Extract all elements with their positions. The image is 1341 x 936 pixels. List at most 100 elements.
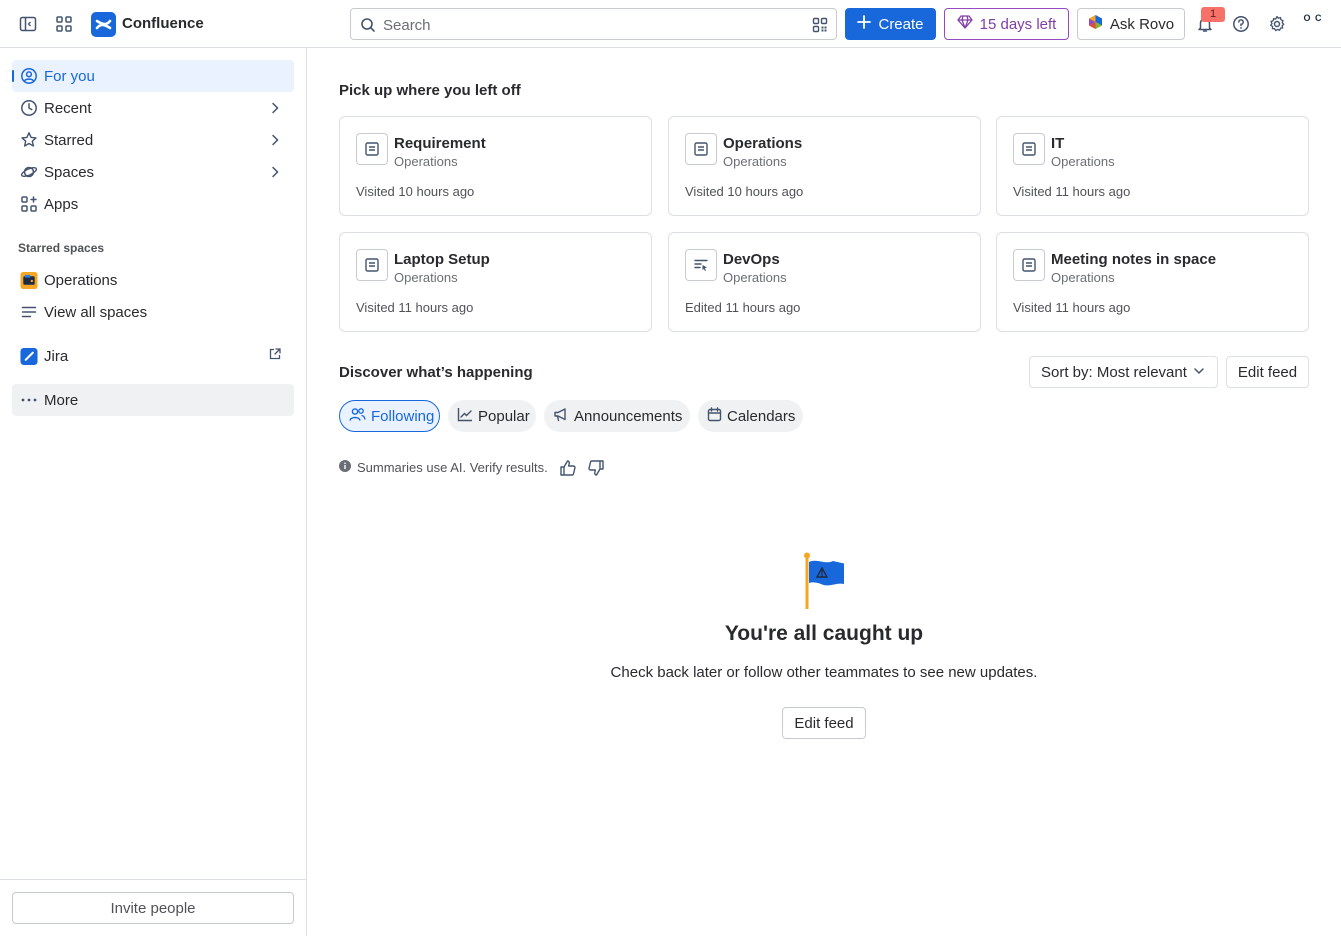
chevron-right-icon[interactable] bbox=[268, 165, 282, 183]
sidebar-item-label: View all spaces bbox=[44, 303, 148, 321]
page-icon bbox=[356, 249, 388, 281]
user-circle-icon bbox=[20, 67, 38, 85]
active-indicator bbox=[12, 70, 14, 82]
confluence-logo-icon[interactable] bbox=[91, 12, 116, 37]
trial-label: 15 days left bbox=[979, 15, 1057, 33]
card-space: Operations bbox=[1051, 270, 1115, 285]
clock-icon bbox=[20, 99, 38, 117]
card-meta: Edited 11 hours ago bbox=[685, 300, 801, 315]
app-switcher-icon[interactable] bbox=[52, 12, 76, 36]
trial-button[interactable]: 15 days left bbox=[944, 8, 1069, 40]
sidebar-toggle-icon[interactable] bbox=[16, 12, 40, 36]
card-meta: Visited 11 hours ago bbox=[1013, 184, 1131, 199]
tab-label: Announcements bbox=[574, 407, 683, 425]
recent-card[interactable]: Operations Operations Visited 10 hours a… bbox=[668, 116, 981, 216]
create-label: Create bbox=[878, 15, 924, 33]
recent-card[interactable]: DevOps Operations Edited 11 hours ago bbox=[668, 232, 981, 332]
sidebar-item-label: Starred bbox=[44, 131, 94, 149]
recent-card[interactable]: Laptop Setup Operations Visited 11 hours… bbox=[339, 232, 652, 332]
sidebar-item-starred[interactable]: Starred bbox=[12, 124, 294, 156]
card-meta: Visited 10 hours ago bbox=[685, 184, 804, 199]
tab-label: Calendars bbox=[727, 407, 796, 425]
app-name[interactable]: Confluence bbox=[122, 15, 204, 32]
sidebar-item-label: Recent bbox=[44, 99, 92, 117]
edit-feed-button[interactable]: Edit feed bbox=[1226, 356, 1309, 388]
empty-state-title: You're all caught up bbox=[724, 622, 924, 645]
sidebar-item-jira[interactable]: Jira bbox=[12, 340, 294, 372]
operations-space-icon bbox=[20, 271, 38, 289]
calendar-icon bbox=[707, 406, 722, 426]
jira-logo-icon bbox=[20, 347, 38, 365]
page-icon bbox=[356, 133, 388, 165]
tab-popular[interactable]: Popular bbox=[448, 400, 536, 432]
tab-calendars[interactable]: Calendars bbox=[698, 400, 803, 432]
chevron-right-icon[interactable] bbox=[268, 133, 282, 151]
people-icon bbox=[349, 407, 366, 426]
create-button[interactable]: Create bbox=[845, 8, 936, 40]
ask-rovo-button[interactable]: Ask Rovo bbox=[1077, 8, 1185, 40]
discover-heading: Discover what’s happening bbox=[339, 364, 533, 381]
sidebar-item-label: Operations bbox=[44, 271, 118, 289]
external-link-icon[interactable] bbox=[268, 347, 282, 365]
starred-spaces-heading: Starred spaces bbox=[18, 241, 105, 255]
card-title: Operations bbox=[723, 135, 803, 152]
more-dots-icon bbox=[20, 391, 38, 409]
qr-code-icon[interactable] bbox=[812, 17, 828, 36]
help-icon[interactable] bbox=[1229, 12, 1253, 36]
sidebar-item-for-you[interactable]: For you bbox=[12, 60, 294, 92]
sort-dropdown[interactable]: Sort by: Most relevant bbox=[1029, 356, 1218, 388]
diamond-icon bbox=[956, 15, 973, 33]
sidebar-footer: Invite people bbox=[0, 879, 306, 936]
apps-icon bbox=[20, 195, 38, 213]
chevron-right-icon[interactable] bbox=[268, 101, 282, 119]
rovo-icon bbox=[1088, 14, 1103, 34]
search-input[interactable] bbox=[383, 15, 803, 35]
card-meta: Visited 10 hours ago bbox=[356, 184, 475, 199]
recent-heading: Pick up where you left off bbox=[339, 82, 521, 99]
thumbs-down-icon[interactable] bbox=[587, 459, 605, 480]
page-icon bbox=[1013, 249, 1045, 281]
main-content: Pick up where you left off Requirement O… bbox=[307, 48, 1341, 936]
sidebar-item-apps[interactable]: Apps bbox=[12, 188, 294, 220]
user-avatar[interactable]: O C bbox=[1300, 12, 1326, 36]
chevron-down-icon bbox=[1193, 364, 1205, 381]
thumbs-up-icon[interactable] bbox=[559, 459, 577, 480]
card-title: IT bbox=[1051, 135, 1065, 152]
tab-label: Popular bbox=[478, 407, 530, 425]
invite-people-button[interactable]: Invite people bbox=[12, 892, 294, 924]
sidebar-item-label: For you bbox=[44, 67, 95, 85]
view-all-spaces[interactable]: View all spaces bbox=[12, 296, 294, 328]
tab-following[interactable]: Following bbox=[339, 400, 440, 432]
recent-card[interactable]: Requirement Operations Visited 10 hours … bbox=[339, 116, 652, 216]
plus-icon bbox=[857, 15, 872, 33]
card-space: Operations bbox=[394, 154, 458, 169]
edit-feed-empty-button[interactable]: Edit feed bbox=[782, 707, 866, 739]
live-doc-icon bbox=[685, 249, 717, 281]
megaphone-icon bbox=[553, 407, 569, 426]
flag-illustration-icon bbox=[801, 552, 845, 613]
star-icon bbox=[20, 131, 38, 149]
recent-card[interactable]: Meeting notes in space Operations Visite… bbox=[996, 232, 1309, 332]
planet-icon bbox=[20, 163, 38, 181]
search-bar[interactable] bbox=[350, 8, 837, 40]
sidebar-item-recent[interactable]: Recent bbox=[12, 92, 294, 124]
trend-icon bbox=[457, 407, 473, 426]
tab-label: Following bbox=[371, 407, 435, 425]
sidebar-space-operations[interactable]: Operations bbox=[12, 264, 294, 296]
card-title: Meeting notes in space bbox=[1051, 251, 1217, 268]
settings-gear-icon[interactable] bbox=[1265, 12, 1289, 36]
card-space: Operations bbox=[723, 270, 787, 285]
ai-disclaimer: Summaries use AI. Verify results. bbox=[339, 460, 548, 475]
sidebar-item-label: Spaces bbox=[44, 163, 95, 181]
empty-state-subtitle: Check back later or follow other teammat… bbox=[610, 664, 1038, 681]
sidebar-item-label: More bbox=[44, 391, 79, 409]
card-space: Operations bbox=[723, 154, 787, 169]
search-icon bbox=[360, 17, 376, 36]
tab-announcements[interactable]: Announcements bbox=[544, 400, 690, 432]
card-meta: Visited 11 hours ago bbox=[1013, 300, 1131, 315]
sort-label: Sort by: Most relevant bbox=[1041, 363, 1187, 381]
recent-card[interactable]: IT Operations Visited 11 hours ago bbox=[996, 116, 1309, 216]
rovo-label: Ask Rovo bbox=[1109, 15, 1175, 33]
sidebar-item-spaces[interactable]: Spaces bbox=[12, 156, 294, 188]
sidebar-item-more[interactable]: More bbox=[12, 384, 294, 416]
